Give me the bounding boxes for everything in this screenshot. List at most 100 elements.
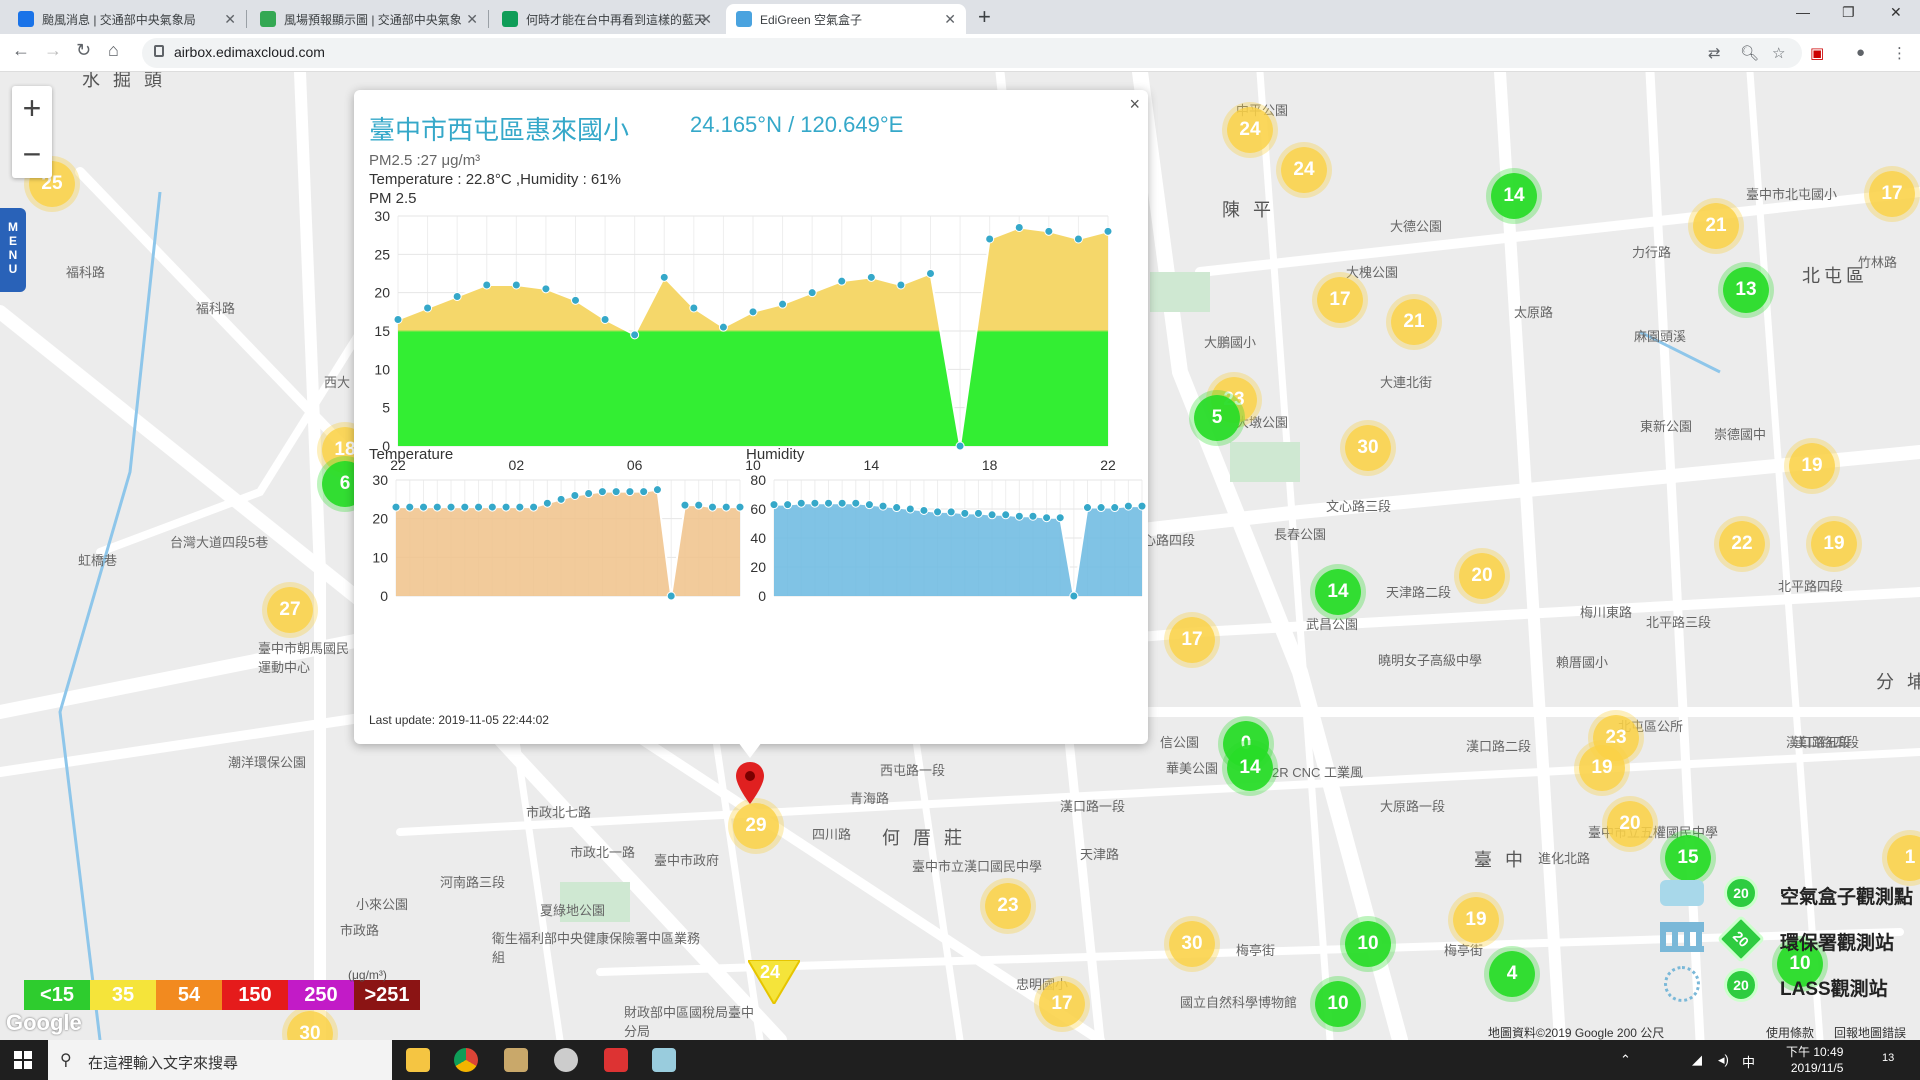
tab-wind[interactable]: 風場預報顯示圖 | 交通部中央氣象 ✕ <box>250 4 488 34</box>
station-marker[interactable]: 14 <box>1491 173 1537 219</box>
legend-lass[interactable]: 20 LASS觀測站 <box>1660 964 1920 1008</box>
home-icon[interactable]: ⌂ <box>108 40 119 61</box>
url-text[interactable]: airbox.edimaxcloud.com <box>174 44 325 60</box>
chrome-icon[interactable] <box>454 1048 478 1072</box>
station-marker[interactable]: 24 <box>1227 107 1273 153</box>
zoom-out-button[interactable]: − <box>12 132 52 178</box>
tab-edigreen[interactable]: EdiGreen 空氣盒子 ✕ <box>726 4 966 34</box>
station-marker[interactable]: 24 <box>1281 147 1327 193</box>
place-label: 漢口路五段 <box>1786 735 1852 750</box>
file-explorer-icon[interactable] <box>406 1048 430 1072</box>
station-marker[interactable]: 21 <box>1693 203 1739 249</box>
taskbar-search-box[interactable]: ⚲ 在這裡輸入文字來搜尋 <box>48 1040 392 1080</box>
close-tab-icon[interactable]: ✕ <box>466 11 478 28</box>
clock[interactable]: 下午 10:49 2019/11/5 <box>1786 1044 1843 1076</box>
station-marker[interactable]: 14 <box>1227 745 1273 791</box>
station-marker[interactable]: 13 <box>1723 267 1769 313</box>
map-pin-icon[interactable] <box>734 760 766 806</box>
legend-airbox[interactable]: 20 空氣盒子觀測點 <box>1660 872 1920 916</box>
data-point <box>541 284 551 294</box>
station-marker[interactable]: 29 <box>733 803 779 849</box>
station-marker[interactable]: 10 <box>1345 921 1391 967</box>
tray-chevron-icon[interactable]: ⌃ <box>1620 1052 1631 1068</box>
station-marker[interactable]: 19 <box>1789 443 1835 489</box>
place-label: 財政部中區國稅局臺中分局 <box>624 1005 755 1039</box>
app-icon[interactable] <box>554 1048 578 1072</box>
station-marker[interactable]: 17 <box>1869 171 1915 217</box>
place-label: 西大 <box>324 375 351 390</box>
place-label: 竹林路 <box>1858 255 1898 270</box>
report-error-link[interactable]: 回報地圖錯誤 <box>1834 1024 1906 1040</box>
station-marker[interactable]: 14 <box>1315 569 1361 615</box>
data-point <box>659 272 669 282</box>
notification-badge[interactable]: 13 <box>1882 1052 1894 1064</box>
address-bar[interactable] <box>142 38 1802 68</box>
station-marker[interactable]: 5 <box>1194 395 1240 441</box>
zoom-icon[interactable]: 🔍︎ <box>1740 44 1759 62</box>
app-icon[interactable] <box>652 1048 676 1072</box>
data-point <box>666 591 676 601</box>
place-label: 文心路三段 <box>1326 499 1392 514</box>
side-menu-button[interactable]: MENU <box>0 208 26 292</box>
y-tick-label: 30 <box>372 472 388 488</box>
data-point <box>689 303 699 313</box>
station-marker[interactable]: 27 <box>267 587 313 633</box>
data-point <box>597 487 607 497</box>
forward-icon[interactable]: → <box>44 40 62 61</box>
pm25-chart: 05101520253022 02 06 10 14 18 22 <box>374 210 1116 473</box>
station-marker[interactable]: 17 <box>1317 277 1363 323</box>
y-tick-label: 60 <box>750 501 766 517</box>
station-marker[interactable]: 19 <box>1453 897 1499 943</box>
station-marker[interactable]: 20 <box>1607 801 1653 847</box>
translate-icon[interactable]: ⇄ <box>1708 44 1721 62</box>
zoom-in-button[interactable]: + <box>12 86 52 132</box>
data-point <box>864 500 874 510</box>
place-label: 曉明女子高級中學 <box>1378 653 1483 668</box>
place-label: 大德公園 <box>1390 219 1443 234</box>
legend-epa[interactable]: 20 環保署觀測站 <box>1660 914 1920 964</box>
data-point <box>639 487 649 497</box>
new-tab-button[interactable]: + <box>978 4 991 30</box>
map-canvas[interactable]: 水 掘 頭 福科路 福科路 西大 台灣大道四段5巷 虹橋巷 臺中市朝馬國民運動中… <box>0 72 1920 1040</box>
windows-start-icon[interactable] <box>14 1051 32 1069</box>
minimize-button[interactable]: — <box>1796 4 1810 20</box>
tab-blue-sky[interactable]: 何時才能在台中再看到這樣的藍天 ✕ <box>492 4 722 34</box>
data-point <box>571 295 580 305</box>
station-marker[interactable]: 30 <box>1169 921 1215 967</box>
bookmark-star-icon[interactable]: ☆ <box>1772 44 1785 62</box>
station-marker[interactable]: 17 <box>1169 617 1215 663</box>
menu-label: MENU <box>8 220 18 276</box>
app-icon[interactable] <box>504 1048 528 1072</box>
close-tab-icon[interactable]: ✕ <box>700 11 712 28</box>
reload-icon[interactable]: ↻ <box>76 40 91 61</box>
data-point <box>511 280 521 290</box>
more-menu-icon[interactable]: ⋮ <box>1892 44 1907 62</box>
station-marker[interactable]: 17 <box>1039 981 1085 1027</box>
station-marker[interactable]: 30 <box>1345 425 1391 471</box>
extension-icon[interactable]: ▣ <box>1810 44 1824 62</box>
data-point <box>419 502 429 512</box>
maximize-button[interactable]: ❐ <box>1842 4 1855 21</box>
station-marker[interactable]: 22 <box>1719 521 1765 567</box>
back-icon[interactable]: ← <box>12 40 30 61</box>
data-point <box>748 307 758 317</box>
tab-typhoon[interactable]: 颱風消息 | 交通部中央氣象局 ✕ <box>8 4 246 34</box>
scale-swatch: 54 <box>156 980 222 1010</box>
close-tab-icon[interactable]: ✕ <box>944 11 956 28</box>
station-marker[interactable]: 23 <box>985 883 1031 929</box>
app-icon[interactable] <box>604 1048 628 1072</box>
close-window-button[interactable]: ✕ <box>1890 4 1902 21</box>
station-marker[interactable]: 4 <box>1489 951 1535 997</box>
close-tab-icon[interactable]: ✕ <box>224 11 236 28</box>
station-marker[interactable]: 10 <box>1315 981 1361 1027</box>
network-icon[interactable]: ◢ <box>1692 1052 1702 1068</box>
profile-icon[interactable]: ● <box>1856 44 1865 61</box>
station-marker[interactable]: 21 <box>1391 299 1437 345</box>
volume-icon[interactable]: ◂) <box>1718 1052 1729 1068</box>
ime-indicator[interactable]: 中 <box>1742 1052 1755 1071</box>
station-marker[interactable]: 20 <box>1459 553 1505 599</box>
terms-link[interactable]: 使用條款 <box>1766 1024 1814 1040</box>
popup-close-button[interactable]: × <box>1129 94 1140 115</box>
station-marker[interactable]: 19 <box>1811 521 1857 567</box>
station-marker[interactable]: 19 <box>1579 745 1625 791</box>
